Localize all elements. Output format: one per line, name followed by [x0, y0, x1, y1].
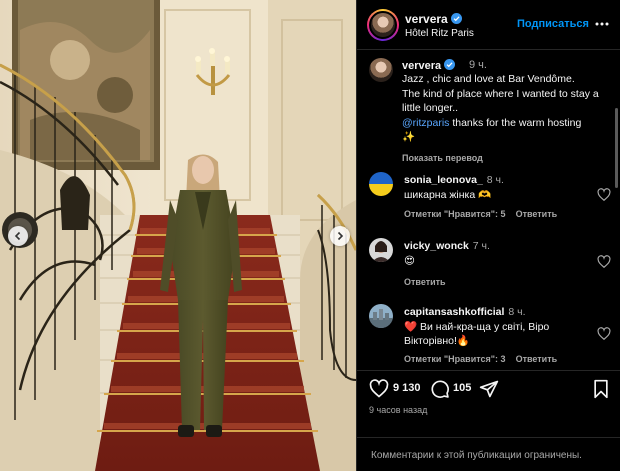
comment-text: ❤️ Ви най-кра-ща у світі, Віро Вікторівн…: [404, 321, 550, 347]
show-translation-button[interactable]: Показать перевод: [402, 153, 483, 163]
share-send-icon[interactable]: [479, 379, 499, 399]
comment-username[interactable]: sonia_leonova_ 8 ч.: [404, 174, 504, 186]
caption-username-text[interactable]: ververa: [402, 60, 441, 72]
caption-text: Jazz , chic and love at Bar Vendôme. The…: [402, 72, 607, 145]
author-username-text[interactable]: ververa: [405, 12, 448, 26]
caption-body: Jazz , chic and love at Bar Vendôme. The…: [402, 73, 599, 114]
sparkles-emoji: ✨: [402, 131, 416, 143]
follow-button[interactable]: Подписаться: [517, 18, 589, 30]
comment-text: шикарна жінка 🫶: [404, 189, 492, 201]
more-options-icon[interactable]: [594, 16, 610, 32]
chevron-right-icon: [337, 231, 344, 241]
post-details-panel: ververa Hôtel Ritz Paris Подписаться ver…: [356, 0, 620, 471]
comment-meta: Отметки "Нравится": 5 Ответить: [404, 209, 567, 219]
comment-text: 😍: [404, 255, 415, 267]
post-header: ververa Hôtel Ritz Paris Подписаться: [357, 0, 620, 50]
caption-timestamp[interactable]: 9 ч.: [469, 59, 487, 71]
city-photo-avatar[interactable]: [369, 304, 393, 328]
like-heart-icon[interactable]: [369, 379, 389, 399]
comment-timestamp[interactable]: 8 ч.: [487, 174, 504, 186]
comment-bubble-icon[interactable]: [430, 379, 450, 399]
comment-username[interactable]: capitansashkofficial 8 ч.: [404, 306, 526, 318]
comment-username-text[interactable]: capitansashkofficial: [404, 306, 504, 318]
author-username[interactable]: ververa: [405, 12, 462, 26]
caption-author-avatar[interactable]: [369, 58, 393, 82]
comment-timestamp[interactable]: 8 ч.: [508, 306, 525, 318]
chevron-left-icon: [14, 231, 21, 241]
post-image: [0, 0, 356, 471]
post-photo[interactable]: [0, 0, 356, 471]
post-timestamp[interactable]: 9 часов назад: [369, 405, 427, 415]
bookmark-icon[interactable]: [591, 379, 611, 399]
comment-likes-count[interactable]: Отметки "Нравится": 5: [404, 209, 506, 219]
ukraine-flag-avatar[interactable]: [369, 172, 393, 196]
comments-scroll-area[interactable]: ververa 9 ч. Jazz , chic and love at Bar…: [357, 50, 620, 370]
comment-username[interactable]: vicky_wonck 7 ч.: [404, 240, 490, 252]
comment-meta: Отметки "Нравится": 3 Ответить: [404, 354, 567, 364]
comment-meta: Ответить: [404, 277, 456, 287]
caption-mention-link[interactable]: @ritzparis: [402, 117, 449, 129]
caption-username[interactable]: ververa: [402, 59, 456, 72]
scrollbar[interactable]: [615, 108, 618, 188]
comments-count[interactable]: 105: [453, 382, 471, 394]
comment-likes-count[interactable]: Отметки "Нравится": 3: [404, 354, 506, 364]
likes-count[interactable]: 9 130: [393, 382, 421, 394]
verified-badge-icon: [450, 13, 462, 24]
carousel-prev-button[interactable]: [8, 226, 28, 246]
heart-icon[interactable]: [597, 255, 611, 269]
post-actions-bar: 9 130 105 9 часов назад Комментарии к эт…: [357, 370, 620, 471]
heart-icon[interactable]: [597, 188, 611, 202]
heart-icon[interactable]: [597, 327, 611, 341]
comment-username-text[interactable]: sonia_leonova_: [404, 174, 483, 186]
verified-badge-icon: [444, 59, 456, 70]
woman-photo-avatar[interactable]: [369, 238, 393, 262]
author-avatar[interactable]: [367, 9, 399, 41]
reply-button[interactable]: Ответить: [516, 354, 558, 364]
comment-username-text[interactable]: vicky_wonck: [404, 240, 469, 252]
comments-limited-notice: Комментарии к этой публикации ограничены…: [371, 450, 582, 461]
comments-limited-footer: Комментарии к этой публикации ограничены…: [357, 437, 620, 471]
caption-tail: thanks for the warm hosting: [449, 116, 582, 129]
reply-button[interactable]: Ответить: [516, 209, 558, 219]
carousel-next-button[interactable]: [330, 226, 350, 246]
comment-timestamp[interactable]: 7 ч.: [473, 240, 490, 252]
post-location[interactable]: Hôtel Ritz Paris: [405, 28, 474, 39]
reply-button[interactable]: Ответить: [404, 277, 446, 287]
